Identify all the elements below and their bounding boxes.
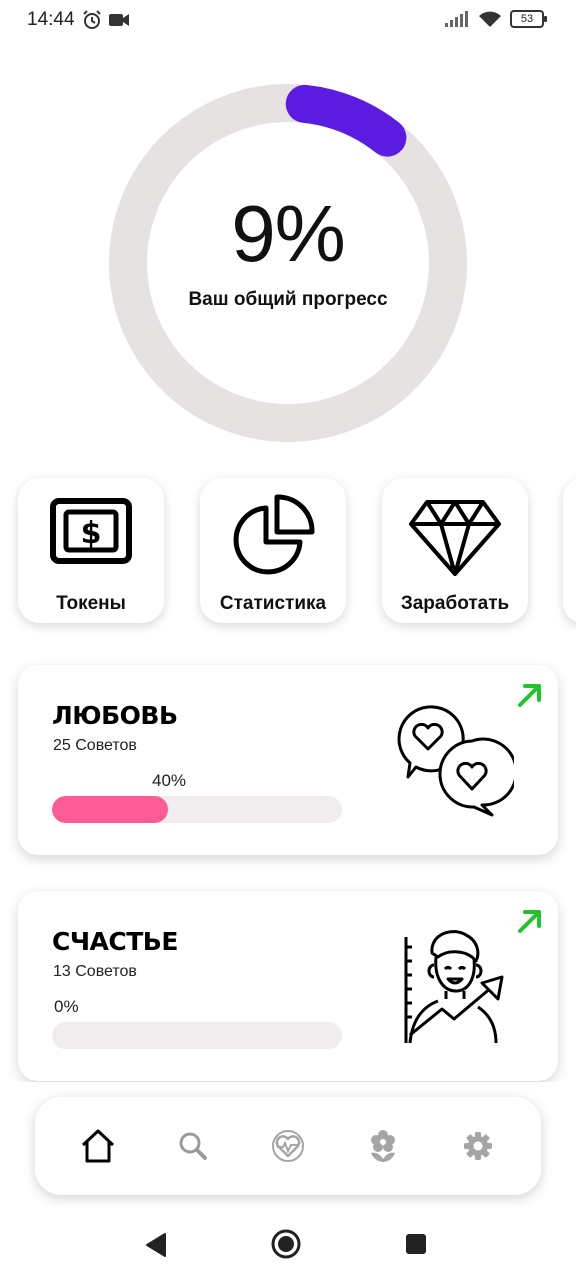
nav-health[interactable] bbox=[258, 1116, 318, 1176]
nav-growth[interactable] bbox=[353, 1116, 413, 1176]
system-navigation-bar bbox=[0, 1212, 576, 1280]
dollar-bill-icon: $ bbox=[50, 498, 132, 564]
status-icons-right: 53 bbox=[444, 10, 547, 28]
battery-icon: 53 bbox=[510, 10, 547, 28]
status-time: 14:44 bbox=[27, 9, 75, 30]
wifi-icon bbox=[479, 11, 501, 27]
statistics-tile[interactable]: Статистика bbox=[200, 478, 346, 623]
signal-icon bbox=[445, 11, 468, 27]
category-card-love[interactable]: ЛЮБОВЬ 25 Советов 40% bbox=[18, 665, 558, 855]
status-bar: 14:44 53 bbox=[0, 0, 576, 42]
search-icon bbox=[179, 1132, 208, 1160]
progress-label: Ваш общий прогресс bbox=[188, 289, 388, 310]
back-icon[interactable] bbox=[145, 1232, 167, 1258]
battery-level: 53 bbox=[520, 13, 534, 25]
card-progress-track bbox=[52, 796, 342, 823]
gear-icon bbox=[463, 1132, 492, 1160]
card-subtitle: 25 Советов bbox=[53, 737, 137, 754]
earn-label: Заработать bbox=[400, 593, 510, 614]
video-camera-icon bbox=[109, 14, 129, 26]
home-circle-icon[interactable] bbox=[270, 1228, 302, 1260]
home-icon bbox=[82, 1129, 115, 1163]
trend-up-arrow-icon bbox=[518, 684, 541, 707]
card-progress-label: 40% bbox=[152, 771, 187, 790]
card-subtitle: 13 Советов bbox=[53, 963, 137, 980]
card-progress-fill bbox=[52, 796, 168, 823]
overall-progress-ring: 9% Ваш общий прогресс bbox=[108, 83, 468, 443]
status-icons-left bbox=[82, 10, 130, 30]
nav-settings[interactable] bbox=[448, 1116, 508, 1176]
flower-icon bbox=[370, 1130, 395, 1162]
svg-text:$: $ bbox=[81, 516, 102, 551]
category-card-happiness[interactable]: СЧАСТЬЕ 13 Советов 0% bbox=[18, 891, 558, 1081]
card-title: ЛЮБОВЬ bbox=[52, 701, 178, 730]
next-tile-partial[interactable] bbox=[563, 478, 576, 623]
progress-percent: 9% bbox=[231, 189, 346, 278]
earn-tile[interactable]: Заработать bbox=[382, 478, 528, 623]
tokens-tile[interactable]: $ Токены bbox=[18, 478, 164, 623]
happy-growth-person-icon bbox=[404, 930, 504, 1044]
diamond-icon bbox=[409, 500, 501, 576]
hearts-chat-icon bbox=[397, 705, 514, 817]
heart-pulse-icon bbox=[271, 1130, 304, 1162]
card-progress-track bbox=[52, 1022, 342, 1049]
bottom-navigation bbox=[35, 1097, 541, 1195]
trend-up-arrow-icon bbox=[518, 910, 541, 933]
recent-apps-icon[interactable] bbox=[405, 1233, 427, 1255]
card-progress-label: 0% bbox=[54, 997, 79, 1016]
nav-home[interactable] bbox=[68, 1116, 128, 1176]
nav-search[interactable] bbox=[163, 1116, 223, 1176]
statistics-label: Статистика bbox=[219, 593, 327, 614]
card-title: СЧАСТЬЕ bbox=[52, 927, 178, 956]
alarm-icon bbox=[83, 10, 101, 29]
tokens-label: Токены bbox=[56, 593, 126, 614]
pie-chart-icon bbox=[233, 494, 315, 575]
